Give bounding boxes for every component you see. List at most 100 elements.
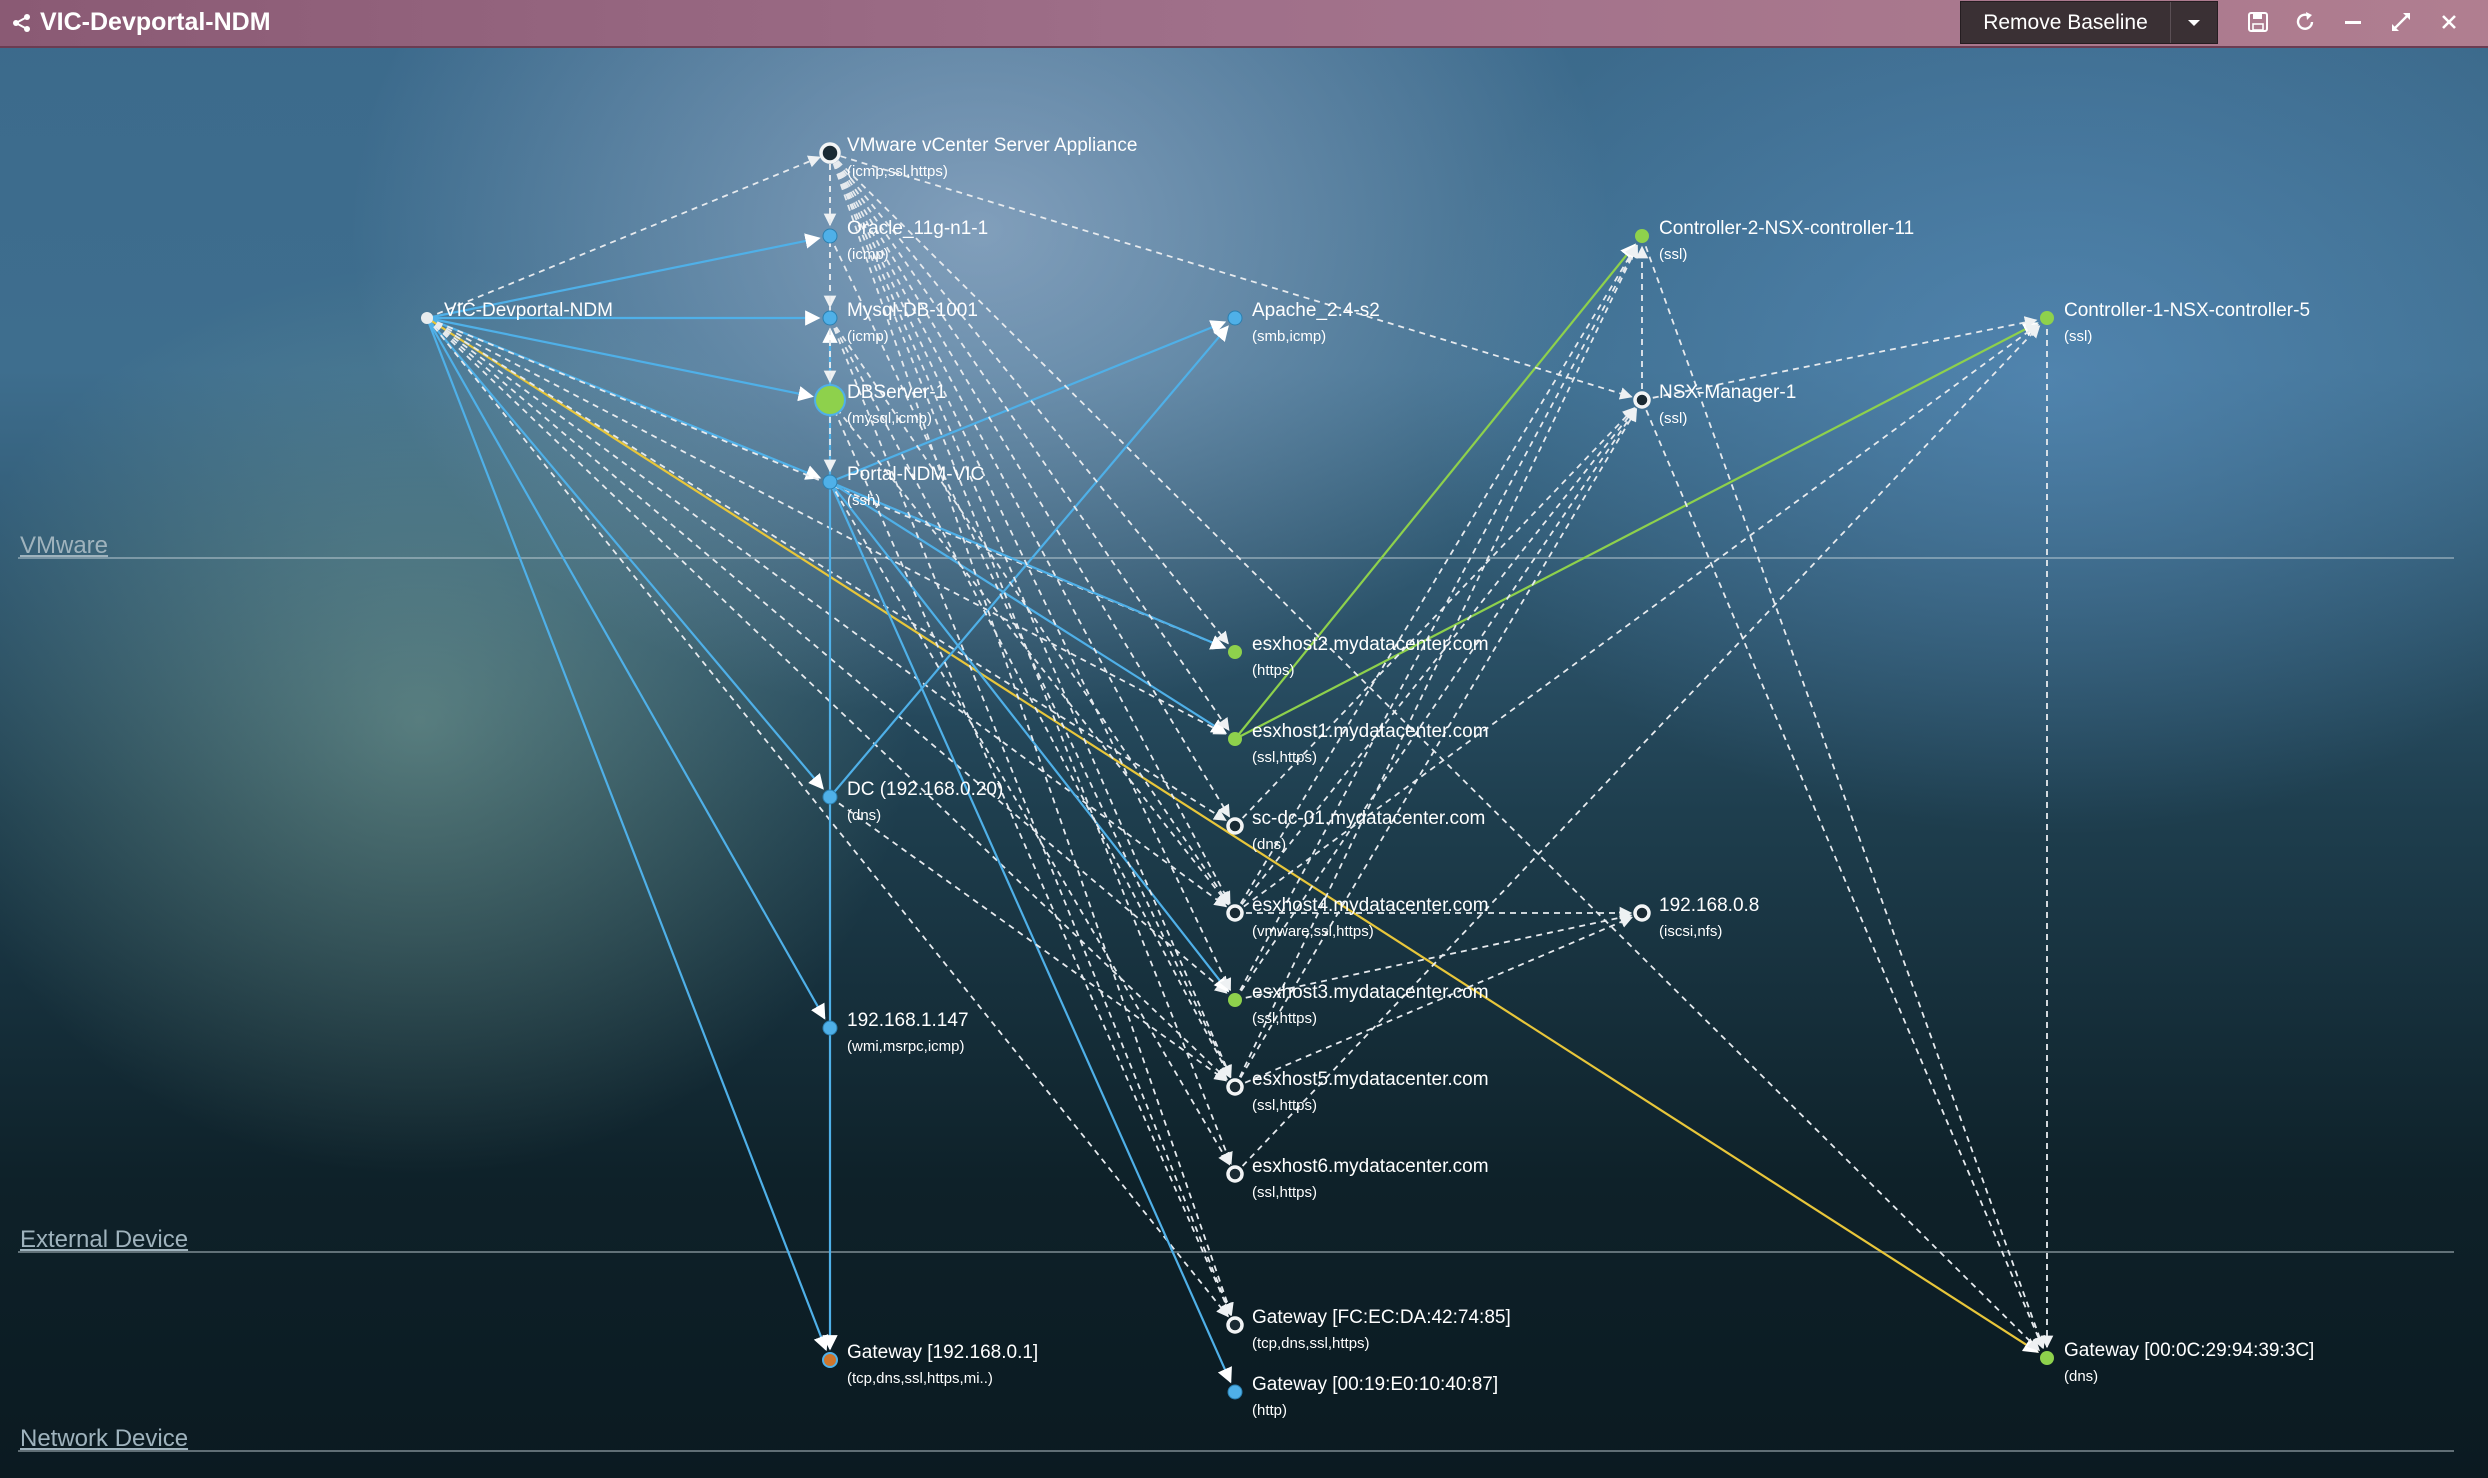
node-esx6[interactable]: esxhost6.mydatacenter.com (ssl,https) <box>1226 1156 1489 1201</box>
link-vic-esx5[interactable] <box>426 317 1228 1081</box>
node-label-gw00c: Gateway [00:0C:29:94:39:3C] <box>2064 1340 2314 1361</box>
node-protocols-ctrl1: (ssl) <box>2064 328 2092 345</box>
node-dot-gwfc[interactable] <box>1226 1316 1244 1334</box>
link-vic-vcenter[interactable] <box>426 155 821 319</box>
node-label-gw01: Gateway [192.168.0.1] <box>847 1342 1038 1363</box>
node-dot-vcenter[interactable] <box>819 142 841 164</box>
node-dot-ctrl2[interactable] <box>1635 229 1649 243</box>
node-esx1[interactable]: esxhost1.mydatacenter.com (ssl,https) <box>1228 721 1489 766</box>
node-label-esx2: esxhost2.mydatacenter.com <box>1252 634 1489 655</box>
link-portal-esx6[interactable] <box>829 481 1231 1166</box>
node-scdc[interactable]: sc-dc-01.mydatacenter.com (dns) <box>1226 808 1485 853</box>
node-dot-apache[interactable] <box>1227 310 1243 326</box>
node-dot-gw019[interactable] <box>1227 1384 1243 1400</box>
node-mysql[interactable]: Mysql-DB-1001 (icmp) <box>822 300 978 345</box>
node-dot-esx4[interactable] <box>1226 904 1244 922</box>
node-dot-esx6[interactable] <box>1226 1165 1244 1183</box>
node-vcenter[interactable]: VMware vCenter Server Appliance (icmp,ssl… <box>819 135 1137 180</box>
node-protocols-esx1: (ssl,https) <box>1252 749 1317 766</box>
node-vic[interactable]: VIC-Devportal-NDM <box>421 300 613 324</box>
link-vcenter-esx1[interactable] <box>829 152 1230 731</box>
link-vic-dc[interactable] <box>426 317 824 790</box>
node-label-gwfc: Gateway [FC:EC:DA:42:74:85] <box>1252 1307 1511 1328</box>
node-ip147[interactable]: 192.168.1.147 (wmi,msrpc,icmp) <box>822 1010 969 1055</box>
link-esx4-nsxmgr[interactable] <box>1234 407 1636 914</box>
node-dot-scdc[interactable] <box>1226 817 1244 835</box>
link-esx5-ctrl2[interactable] <box>1234 244 1639 1088</box>
link-portal-esx3[interactable] <box>829 481 1230 993</box>
node-label-scdc: sc-dc-01.mydatacenter.com <box>1252 808 1485 829</box>
node-protocols-mysql: (icmp) <box>847 328 889 345</box>
node-protocols-esx5: (ssl,https) <box>1252 1097 1317 1114</box>
node-dc[interactable]: DC (192.168.0.20) (dns) <box>822 779 1003 824</box>
node-protocols-ip147: (wmi,msrpc,icmp) <box>847 1038 965 1055</box>
node-dot-ctrl1[interactable] <box>2040 311 2054 325</box>
node-dot-esx5[interactable] <box>1226 1078 1244 1096</box>
node-protocols-oracle: (icmp) <box>847 246 889 263</box>
node-dot-gw00c[interactable] <box>2040 1351 2054 1365</box>
node-protocols-dc: (dns) <box>847 807 881 824</box>
node-dot-esx2[interactable] <box>1228 645 1242 659</box>
node-dot-dc[interactable] <box>822 789 838 805</box>
node-gw01[interactable]: Gateway [192.168.0.1] (tcp,dns,ssl,https,… <box>822 1342 1038 1387</box>
node-protocols-nsxmgr: (ssl) <box>1659 410 1687 427</box>
node-label-ip147: 192.168.1.147 <box>847 1010 969 1031</box>
node-gw00c[interactable]: Gateway [00:0C:29:94:39:3C] (dns) <box>2040 1340 2314 1385</box>
node-ctrl2[interactable]: Controller-2-NSX-controller-11 (ssl) <box>1635 218 1914 263</box>
node-label-ip08: 192.168.0.8 <box>1659 895 1759 916</box>
link-vic-ip147[interactable] <box>426 317 826 1020</box>
node-label-ctrl2: Controller-2-NSX-controller-11 <box>1659 218 1914 239</box>
node-dot-ip147[interactable] <box>822 1020 838 1036</box>
node-nsxmgr[interactable]: NSX-Manager-1 (ssl) <box>1633 382 1796 427</box>
node-dot-nsxmgr[interactable] <box>1633 391 1651 409</box>
link-dbserver-gwfc[interactable] <box>829 399 1232 1317</box>
link-esx1-ctrl1[interactable] <box>1234 322 2039 740</box>
link-oracle-esx5[interactable] <box>829 235 1232 1079</box>
link-vic-gw01[interactable] <box>425 317 829 1352</box>
node-label-esx3: esxhost3.mydatacenter.com <box>1252 982 1489 1003</box>
node-dot-oracle[interactable] <box>822 228 838 244</box>
node-protocols-esx2: (https) <box>1252 662 1295 679</box>
link-vic-gw00c[interactable] <box>426 317 2040 1353</box>
node-protocols-ctrl2: (ssl) <box>1659 246 1687 263</box>
node-label-apache: Apache_2.4-s2 <box>1252 300 1380 321</box>
node-protocols-gw019: (http) <box>1252 1402 1287 1419</box>
link-vic-esx3[interactable] <box>426 317 1228 994</box>
node-esx5[interactable]: esxhost5.mydatacenter.com (ssl,https) <box>1226 1069 1489 1114</box>
node-esx3[interactable]: esxhost3.mydatacenter.com (ssl,https) <box>1228 982 1489 1027</box>
node-ctrl1[interactable]: Controller-1-NSX-controller-5 (ssl) <box>2040 300 2310 345</box>
node-protocols-apache: (smb,icmp) <box>1252 328 1326 345</box>
node-label-esx5: esxhost5.mydatacenter.com <box>1252 1069 1489 1090</box>
node-gwfc[interactable]: Gateway [FC:EC:DA:42:74:85] (tcp,dns,ssl,… <box>1226 1307 1511 1352</box>
node-esx2[interactable]: esxhost2.mydatacenter.com (https) <box>1228 634 1489 679</box>
node-protocols-gwfc: (tcp,dns,ssl,https) <box>1252 1335 1370 1352</box>
link-vic-dbserver[interactable] <box>426 316 814 402</box>
node-dot-esx1[interactable] <box>1228 732 1242 746</box>
link-vcenter-gwfc[interactable] <box>829 152 1234 1316</box>
node-oracle[interactable]: Oracle_11g-n1-1 (icmp) <box>822 218 988 263</box>
link-esx3-ctrl2[interactable] <box>1234 244 1638 1001</box>
link-portal-gw019[interactable] <box>828 481 1232 1384</box>
link-nsxmgr-gw00c[interactable] <box>1641 399 2045 1350</box>
node-ip08[interactable]: 192.168.0.8 (iscsi,nfs) <box>1633 895 1759 940</box>
node-protocols-esx3: (ssl,https) <box>1252 1010 1317 1027</box>
node-label-gw019: Gateway [00:19:E0:10:40:87] <box>1252 1374 1498 1395</box>
node-gw019[interactable]: Gateway [00:19:E0:10:40:87] (http) <box>1227 1374 1498 1419</box>
node-protocols-dbserver: (mysql,icmp) <box>847 410 932 427</box>
node-dot-portal[interactable] <box>822 474 838 490</box>
node-dot-esx3[interactable] <box>1228 993 1242 1007</box>
node-dot-vic[interactable] <box>421 312 433 324</box>
link-mysql-esx4[interactable] <box>829 317 1230 905</box>
node-dot-dbserver[interactable] <box>814 384 846 416</box>
node-dbserver[interactable]: DBServer-1 (mysql,icmp) <box>814 382 946 427</box>
node-dot-gw01[interactable] <box>822 1352 838 1368</box>
node-apache[interactable]: Apache_2.4-s2 (smb,icmp) <box>1227 300 1380 345</box>
link-esx6-ctrl1[interactable] <box>1234 325 2041 1175</box>
node-dot-mysql[interactable] <box>822 310 838 326</box>
node-esx4[interactable]: esxhost4.mydatacenter.com (vmware,ssl,htt… <box>1226 895 1489 940</box>
link-vic-portal[interactable] <box>426 316 822 480</box>
node-label-esx6: esxhost6.mydatacenter.com <box>1252 1156 1489 1177</box>
node-dot-ip08[interactable] <box>1633 904 1651 922</box>
topology-graph[interactable]: VIC-Devportal-NDM VMware vCenter Server A… <box>0 0 2488 1478</box>
link-vcenter-nsxmgr[interactable] <box>829 152 1633 400</box>
